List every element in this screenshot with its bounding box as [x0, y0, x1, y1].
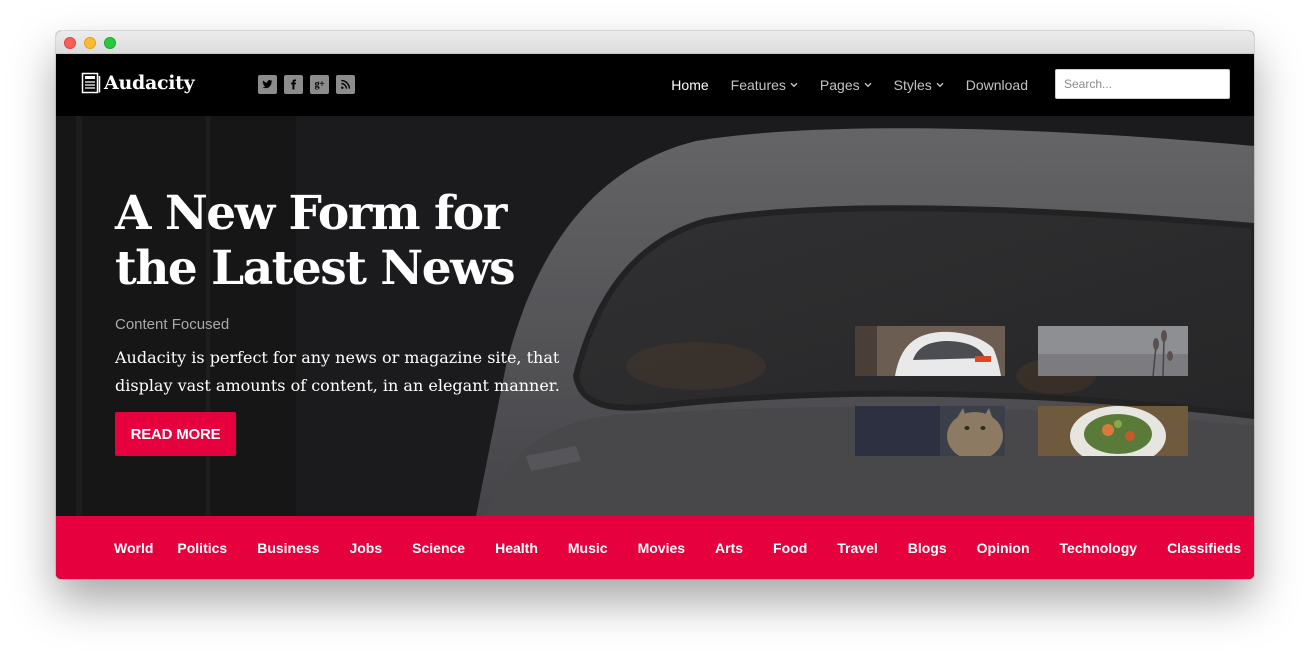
facebook-icon[interactable]: [284, 75, 303, 94]
nav-home[interactable]: Home: [671, 77, 708, 93]
nav-styles[interactable]: Styles: [894, 77, 944, 93]
category-world[interactable]: World: [114, 540, 153, 556]
chevron-down-icon: [936, 82, 944, 88]
category-travel[interactable]: Travel: [837, 540, 877, 556]
category-health[interactable]: Health: [495, 540, 538, 556]
chevron-down-icon: [790, 82, 798, 88]
search-input[interactable]: [1055, 69, 1230, 99]
category-classifieds[interactable]: Classifieds: [1167, 540, 1241, 556]
hero-subtitle: Content Focused: [115, 316, 230, 333]
browser-window: Audacity g+ Home Features Pages Styles D…: [56, 31, 1254, 579]
read-more-button[interactable]: READ MORE: [115, 412, 236, 456]
google-plus-icon[interactable]: g+: [310, 75, 329, 94]
nav-features[interactable]: Features: [731, 77, 798, 93]
minimize-window-button[interactable]: [84, 37, 96, 49]
salad-thumbnail[interactable]: [1038, 406, 1188, 456]
hero-description: Audacity is perfect for any news or maga…: [115, 348, 560, 395]
main-menu: Home Features Pages Styles Download: [671, 54, 1028, 116]
category-politics[interactable]: Politics: [177, 540, 227, 556]
nav-home-label: Home: [671, 77, 709, 93]
google-plus-glyph: g+: [314, 79, 325, 90]
plant-thumbnail[interactable]: [1038, 326, 1188, 376]
hero-title-line-1: A New Form for: [115, 186, 507, 241]
category-movies[interactable]: Movies: [638, 540, 685, 556]
close-window-button[interactable]: [64, 37, 76, 49]
social-links: g+: [258, 75, 355, 94]
nav-styles-label: Styles: [893, 77, 932, 93]
category-music[interactable]: Music: [568, 540, 608, 556]
site-navbar: Audacity g+ Home Features Pages Styles D…: [56, 54, 1254, 116]
rss-icon[interactable]: [336, 75, 355, 94]
newspaper-icon: [81, 72, 101, 94]
twitter-icon[interactable]: [258, 75, 277, 94]
window-titlebar: [56, 31, 1254, 54]
nav-download[interactable]: Download: [966, 77, 1028, 93]
hero-dark-overlay: [56, 116, 1254, 516]
category-opinion[interactable]: Opinion: [977, 540, 1030, 556]
maximize-window-button[interactable]: [104, 37, 116, 49]
category-blogs[interactable]: Blogs: [908, 540, 947, 556]
nav-pages[interactable]: Pages: [820, 77, 872, 93]
nav-features-label: Features: [730, 77, 786, 93]
nav-pages-label: Pages: [819, 77, 860, 93]
category-jobs[interactable]: Jobs: [349, 540, 382, 556]
category-business[interactable]: Business: [257, 540, 319, 556]
hero-title-line-2: the Latest News: [115, 241, 516, 296]
hero-title: A New Form for the Latest News: [115, 186, 635, 296]
category-arts[interactable]: Arts: [715, 540, 743, 556]
category-bar: World Politics Business Jobs Science Hea…: [56, 516, 1254, 579]
nav-download-label: Download: [965, 77, 1028, 93]
hero-section: A New Form for the Latest News Content F…: [56, 116, 1254, 516]
category-food[interactable]: Food: [773, 540, 807, 556]
car-thumbnail[interactable]: [855, 326, 1005, 376]
site-name: Audacity: [104, 72, 195, 94]
category-technology[interactable]: Technology: [1060, 540, 1138, 556]
site-logo[interactable]: Audacity: [81, 72, 195, 94]
cat-thumbnail[interactable]: [855, 406, 1005, 456]
chevron-down-icon: [864, 82, 872, 88]
category-science[interactable]: Science: [412, 540, 465, 556]
